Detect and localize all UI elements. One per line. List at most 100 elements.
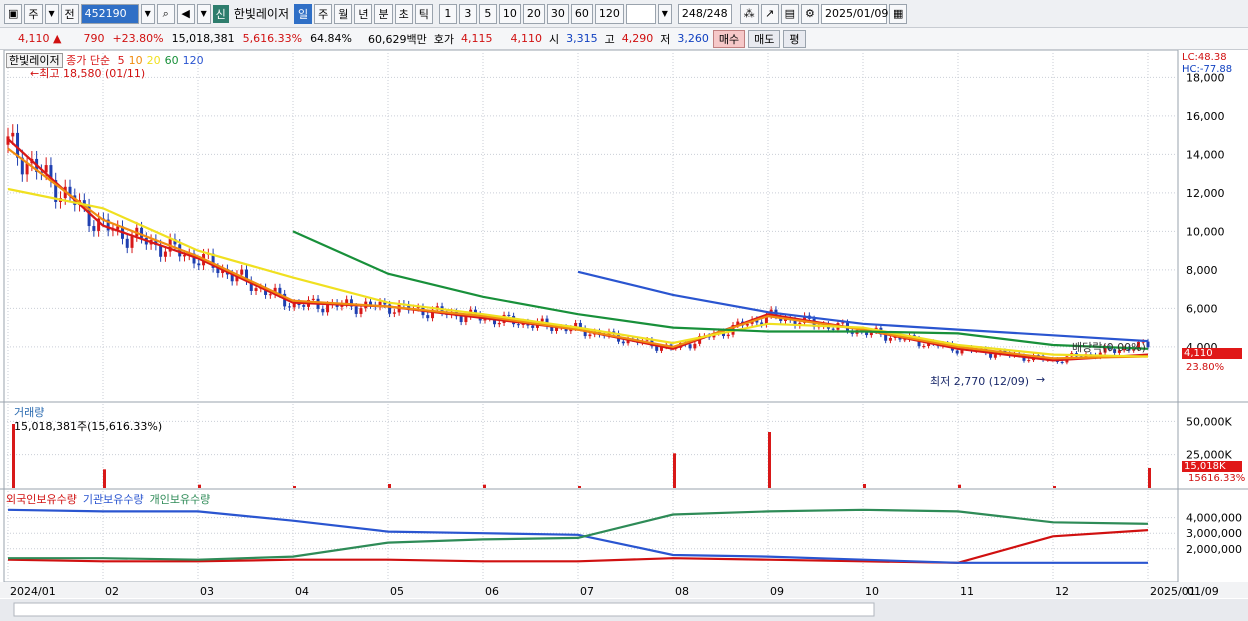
period-button-2[interactable]: 월 — [334, 3, 353, 24]
volume-last-tag: 15,018K — [1182, 461, 1242, 472]
candle-body-143 — [688, 344, 692, 349]
interval-button-5[interactable]: 30 — [546, 3, 569, 24]
trade-amount: 60,629백만 — [368, 32, 427, 46]
chart-layout-icon[interactable]: ▣ — [4, 3, 23, 24]
volume-bar-2 — [198, 484, 201, 488]
interval-button-2[interactable]: 5 — [478, 3, 497, 24]
candle-body-49 — [240, 269, 244, 275]
price-change-pct: +23.80% — [112, 32, 164, 45]
candle-body-62 — [302, 305, 306, 307]
draw-icon[interactable]: ↗ — [760, 3, 779, 24]
xtick-label-5: 06 — [485, 585, 499, 598]
period-button-1[interactable]: 주 — [314, 3, 333, 24]
holding-legend: 외국인보유수량 기관보유수량 개인보유수량 — [6, 491, 216, 507]
interval-button-1[interactable]: 3 — [458, 3, 477, 24]
interval-button-0[interactable]: 1 — [438, 3, 457, 24]
gear-icon[interactable]: ⚙ — [800, 3, 819, 24]
market-select[interactable]: 주 — [24, 3, 43, 24]
chart-area: 2024/0102030405060708091011122025/014,00… — [0, 50, 1248, 621]
date-input[interactable]: 2025/01/09 — [820, 3, 888, 24]
period-button-5[interactable]: 초 — [394, 3, 413, 24]
buy-button[interactable]: 매수 — [712, 29, 746, 48]
xtick-label-4: 05 — [390, 585, 404, 598]
link-icon[interactable]: ⁂ — [739, 3, 759, 24]
lc-value: LC:48.38 — [1182, 52, 1227, 63]
interval-button-6[interactable]: 60 — [570, 3, 593, 24]
volume-value: 15,018,381 — [171, 32, 235, 45]
eval-button[interactable]: 평 — [783, 29, 806, 48]
candle-body-73 — [354, 306, 358, 314]
candle-body-52 — [254, 288, 258, 291]
xtick-label-9: 10 — [865, 585, 879, 598]
xtick-label-7: 08 — [675, 585, 689, 598]
period-button-4[interactable]: 분 — [374, 3, 393, 24]
candle-body-107 — [516, 324, 520, 326]
current-price: 4,110 ▲ — [18, 32, 62, 45]
code-dropdown-icon[interactable]: ▼ — [140, 3, 155, 24]
period-button-6[interactable]: 틱 — [414, 3, 433, 24]
candle-body-64 — [311, 298, 315, 300]
price-ytick-4: 12,000 — [1186, 187, 1225, 200]
code-input[interactable]: 452190 — [80, 3, 139, 24]
candle-body-37 — [182, 255, 186, 257]
interval-button-7[interactable]: 120 — [594, 3, 624, 24]
ma-legend-60: 60 — [164, 54, 179, 67]
xtick-label-1: 02 — [105, 585, 119, 598]
period-button-3[interactable]: 년 — [354, 3, 373, 24]
interval-dropdown-icon[interactable]: ▼ — [657, 3, 672, 24]
hold-ytick-2: 4,000,000 — [1186, 512, 1242, 525]
volume-bar-10 — [958, 484, 961, 488]
xtick-label-8: 09 — [770, 585, 784, 598]
price-ytick-6: 16,000 — [1186, 110, 1225, 123]
candle-body-188 — [903, 339, 907, 341]
speaker-icon[interactable]: ◀ — [176, 3, 195, 24]
search-icon[interactable]: ⌕ — [156, 3, 175, 24]
candle-body-110 — [531, 325, 535, 328]
volume-bar-6 — [578, 486, 581, 488]
stock-name: 한빛레이저 — [233, 7, 289, 21]
speaker-dropdown-icon[interactable]: ▼ — [196, 3, 211, 24]
volume-bar-5 — [483, 484, 486, 488]
candle-body-1 — [11, 132, 15, 137]
price-ytick-2: 8,000 — [1186, 264, 1218, 277]
volume-last-pct: 15616.33% — [1188, 473, 1246, 484]
volume-bar-3 — [293, 486, 296, 488]
dividend-note: 배당락(0.00%) — [1072, 341, 1146, 354]
candle-body-26 — [130, 236, 134, 248]
count-input[interactable]: 248/248 — [677, 3, 732, 24]
candle-body-81 — [392, 312, 396, 314]
calendar-icon[interactable]: ▦ — [888, 3, 908, 24]
candle-body-96 — [464, 316, 468, 323]
candle-body-59 — [287, 306, 291, 308]
candle-body-55 — [268, 294, 272, 296]
xtick-label-3: 04 — [295, 585, 309, 598]
interval-input[interactable] — [625, 3, 656, 24]
candle-body-214 — [1027, 360, 1031, 362]
interval-button-3[interactable]: 10 — [498, 3, 521, 24]
volume-subtitle: 15,018,381주(15,616.33%) — [14, 420, 163, 433]
count-total: /248 — [702, 7, 728, 20]
interval-button-4[interactable]: 20 — [522, 3, 545, 24]
holding-legend-2: 개인보유수량 — [149, 493, 211, 506]
chart-svg[interactable]: 2024/0102030405060708091011122025/014,00… — [0, 50, 1248, 621]
low-note: 최저 2,770 (12/09) — [930, 375, 1030, 388]
save-icon[interactable]: ▤ — [780, 3, 799, 24]
open-value: 3,315 — [566, 32, 598, 45]
open-label: 시 — [549, 32, 560, 46]
candle-body-129 — [621, 341, 625, 344]
candle-body-144 — [693, 343, 697, 349]
price-change: 790 — [83, 32, 105, 45]
scrollbar-thumb — [13, 602, 875, 617]
candle-body-199 — [955, 350, 959, 354]
candle-body-18 — [92, 226, 96, 231]
prev-button[interactable]: 전 — [60, 3, 79, 24]
chevron-down-icon[interactable]: ▼ — [44, 3, 59, 24]
xtick-label-10: 11 — [960, 585, 974, 598]
ask-value: 4,110 — [510, 32, 543, 45]
sell-button[interactable]: 매도 — [748, 29, 781, 48]
candle-body-95 — [459, 316, 463, 323]
period-button-0[interactable]: 일 — [293, 3, 313, 24]
ma-legend-120: 120 — [182, 54, 204, 67]
candle-body-122 — [588, 334, 592, 337]
volume-bar-8 — [768, 432, 771, 488]
